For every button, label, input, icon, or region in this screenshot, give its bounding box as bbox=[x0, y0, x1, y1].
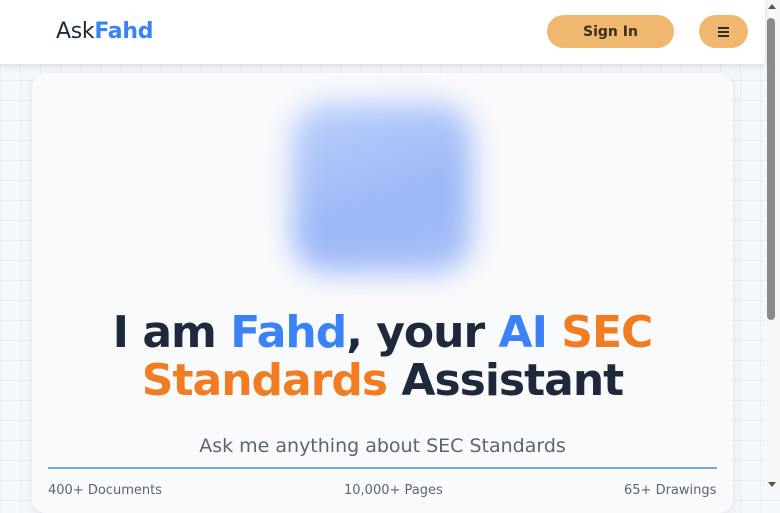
divider bbox=[48, 467, 717, 469]
menu-button[interactable] bbox=[699, 15, 748, 48]
scroll-down-icon[interactable] bbox=[768, 482, 776, 487]
stat-documents: 400+ Documents bbox=[48, 483, 162, 498]
hero-headline: I am Fahd, your AI SEC Standards Assista… bbox=[32, 309, 733, 405]
headline-your: , your bbox=[346, 307, 499, 358]
logo-text-fahd: Fahd bbox=[94, 19, 154, 44]
headline-sec: SEC bbox=[561, 307, 653, 358]
headline-i-am: I am bbox=[112, 307, 231, 358]
headline-assistant: Assistant bbox=[387, 355, 624, 406]
hamburger-icon bbox=[718, 26, 729, 38]
hero-subtitle: Ask me anything about SEC Standards bbox=[199, 435, 566, 457]
top-navbar: AskFahd Sign In bbox=[0, 0, 765, 64]
stat-drawings: 65+ Drawings bbox=[624, 483, 717, 498]
headline-fahd: Fahd bbox=[230, 307, 347, 358]
sign-in-button[interactable]: Sign In bbox=[547, 15, 674, 48]
hero-card: I am Fahd, your AI SEC Standards Assista… bbox=[32, 73, 733, 513]
page-scrollbar[interactable] bbox=[765, 0, 780, 493]
scrollbar-thumb[interactable] bbox=[767, 18, 775, 320]
scroll-up-icon[interactable] bbox=[768, 4, 776, 9]
logo[interactable]: AskFahd bbox=[56, 16, 153, 48]
hero-avatar-placeholder bbox=[292, 103, 472, 273]
logo-text-ask: Ask bbox=[56, 19, 95, 44]
headline-standards: Standards bbox=[141, 355, 388, 406]
stat-pages: 10,000+ Pages bbox=[344, 483, 443, 498]
headline-ai: AI bbox=[498, 307, 548, 358]
